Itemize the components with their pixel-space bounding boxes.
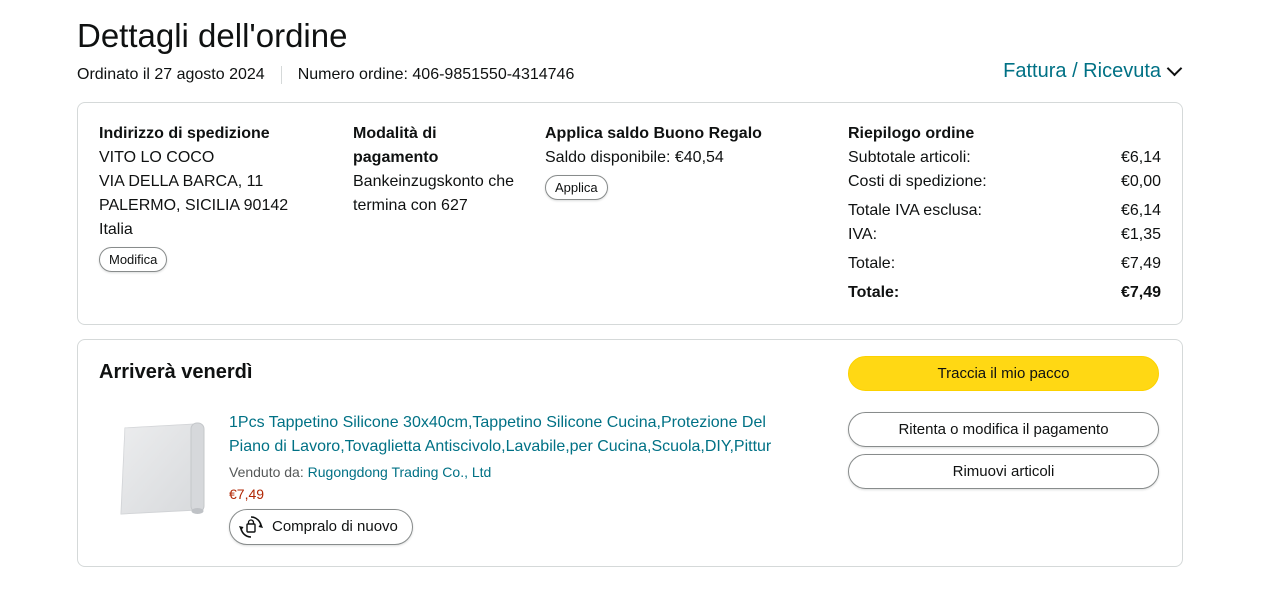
order-info-card: Indirizzo di spedizione VITO LO COCO VIA…	[77, 102, 1183, 325]
edit-address-button[interactable]: Modifica	[99, 247, 168, 272]
payment-method-line: Bankeinzugskonto che	[353, 173, 514, 190]
summary-row: Totale: €7,49	[848, 252, 1161, 276]
gift-card-balance: Saldo disponibile: €40,54	[545, 149, 724, 166]
apply-gift-card-button[interactable]: Applica	[545, 175, 608, 200]
invoice-dropdown[interactable]: Fattura / Ricevuta	[1003, 58, 1183, 84]
address-line: VITO LO COCO	[99, 149, 215, 166]
summary-total-value: €7,49	[1120, 284, 1161, 301]
page-title: Dettagli dell'ordine	[77, 17, 348, 54]
arrival-heading: Arriverà venerdì	[99, 361, 253, 383]
order-date: Ordinato il 27 agosto 2024	[77, 66, 265, 83]
summary-total-row: Totale: €7,49	[848, 281, 1161, 305]
shipping-heading: Indirizzo di spedizione	[99, 125, 270, 142]
summary-row: Totale IVA esclusa: €6,14	[848, 199, 1161, 223]
product-title-line: 1Pcs Tappetino Silicone 30x40cm,Tappetin…	[229, 414, 766, 431]
payment-heading: Modalità di pagamento	[353, 122, 533, 170]
summary-row: Subtotale articoli: €6,14	[848, 146, 1161, 170]
summary-total-label: Totale:	[848, 284, 900, 301]
shipping-address-section: Indirizzo di spedizione VITO LO COCO VIA…	[99, 122, 329, 272]
summary-heading: Riepilogo ordine	[848, 125, 975, 142]
order-meta: Ordinato il 27 agosto 2024 Numero ordine…	[77, 65, 574, 85]
product-info: 1Pcs Tappetino Silicone 30x40cm,Tappetin…	[229, 411, 829, 548]
address-line: Italia	[99, 221, 133, 238]
summary-label: Totale IVA esclusa:	[848, 202, 982, 219]
buy-again-button[interactable]: Compralo di nuovo	[229, 509, 413, 545]
invoice-link-label: Fattura / Ricevuta	[1003, 60, 1161, 82]
summary-row: IVA: €1,35	[848, 223, 1161, 247]
address-line: PALERMO, SICILIA 90142	[99, 197, 289, 214]
summary-label: Subtotale articoli:	[848, 149, 971, 166]
payment-method-section: Modalità di pagamento Bankeinzugskonto c…	[353, 122, 533, 218]
track-package-button[interactable]: Traccia il mio pacco	[848, 356, 1159, 391]
buy-again-label: Compralo di nuovo	[272, 518, 398, 535]
meta-divider	[280, 66, 282, 84]
product-image[interactable]	[111, 420, 207, 518]
payment-heading-line: pagamento	[353, 149, 439, 166]
summary-label: Costi di spedizione:	[848, 173, 987, 190]
summary-label: Totale:	[848, 255, 896, 272]
summary-value: €7,49	[1120, 255, 1161, 272]
sold-by-label: Venduto da:	[229, 464, 304, 480]
summary-value: €0,00	[1120, 173, 1161, 190]
summary-row: Costi di spedizione: €0,00	[848, 170, 1161, 194]
order-number: Numero ordine: 406-9851550-4314746	[297, 66, 575, 83]
product-title-line: Piano di Lavoro,Tovaglietta Antiscivolo,…	[229, 438, 772, 455]
product-price: €7,49	[229, 486, 265, 502]
order-summary-section: Riepilogo ordine Subtotale articoli: €6,…	[848, 122, 1161, 305]
seller-link[interactable]: Rugongdong Trading Co., Ltd	[308, 464, 492, 480]
payment-method-line: termina con 627	[353, 197, 468, 214]
address-line: VIA DELLA BARCA, 11	[99, 173, 264, 190]
product-title-link[interactable]: 1Pcs Tappetino Silicone 30x40cm,Tappetin…	[229, 411, 829, 459]
summary-label: IVA:	[848, 226, 878, 243]
buy-again-icon	[239, 516, 263, 538]
chevron-down-icon	[1166, 60, 1183, 76]
seller-line: Venduto da: Rugongdong Trading Co., Ltd	[229, 461, 829, 483]
summary-value: €6,14	[1120, 149, 1161, 166]
summary-value: €1,35	[1120, 226, 1161, 243]
remove-items-button[interactable]: Rimuovi articoli	[848, 454, 1159, 489]
gift-card-heading: Applica saldo Buono Regalo	[545, 125, 762, 142]
retry-payment-button[interactable]: Ritenta o modifica il pagamento	[848, 412, 1159, 447]
payment-heading-line: Modalità di	[353, 125, 437, 142]
shipment-card: Arriverà venerdì 1Pcs Tappetino Silicone…	[77, 339, 1183, 567]
gift-card-section: Applica saldo Buono Regalo Saldo disponi…	[545, 122, 805, 200]
summary-value: €6,14	[1120, 202, 1161, 219]
